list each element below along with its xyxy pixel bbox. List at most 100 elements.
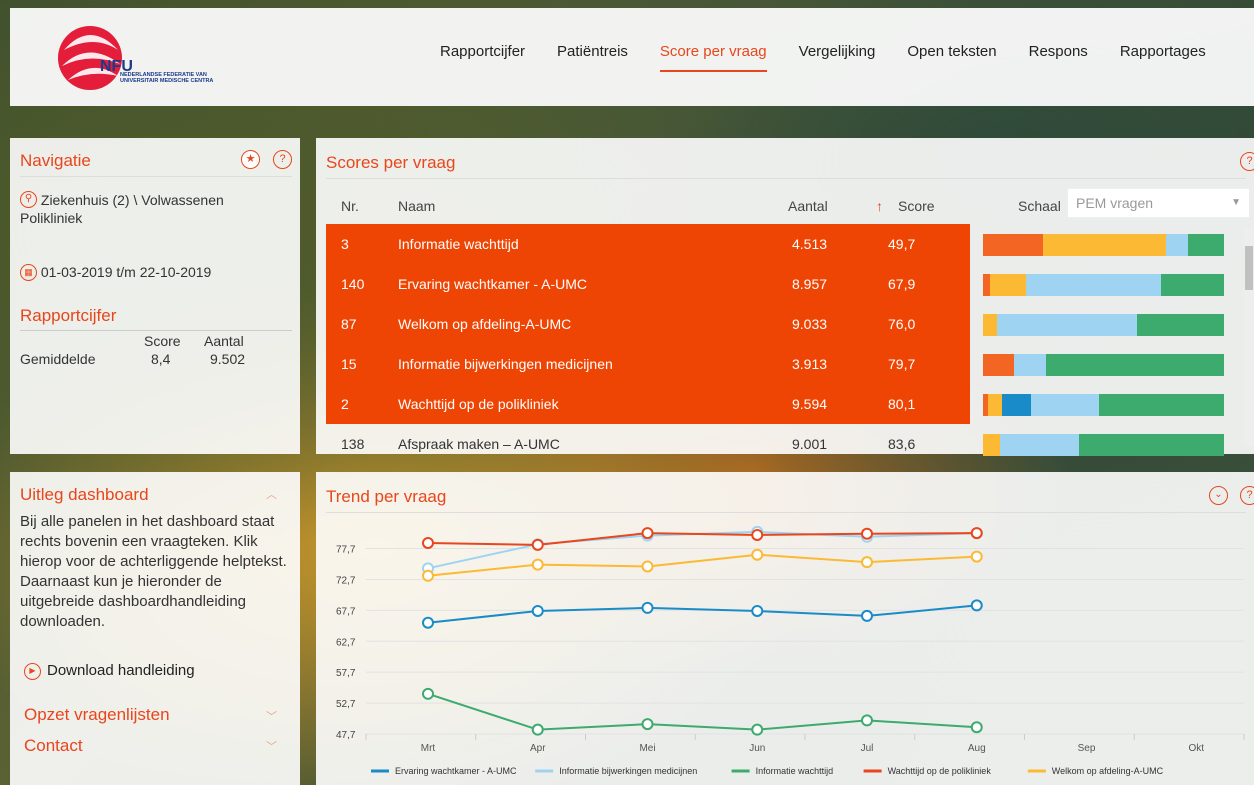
distribution-segment	[983, 354, 1015, 376]
nav-vergelijking[interactable]: Vergelijking	[799, 43, 876, 72]
nav-open-teksten[interactable]: Open teksten	[907, 43, 996, 72]
distribution-segment	[1031, 394, 1099, 416]
data-point[interactable]	[861, 527, 873, 540]
data-point[interactable]	[531, 558, 544, 571]
col-naam[interactable]: Naam	[398, 198, 435, 214]
col-nr[interactable]: Nr.	[341, 198, 359, 214]
row-score: 83,6	[888, 436, 916, 452]
chevron-down-icon[interactable]: ﹀	[266, 738, 277, 754]
row-aantal: 9.001	[792, 436, 828, 452]
series-line[interactable]	[427, 532, 977, 546]
data-point[interactable]	[641, 601, 654, 614]
col-aantal[interactable]: Aantal	[788, 198, 828, 214]
distribution-bar[interactable]	[983, 274, 1224, 296]
data-point[interactable]	[531, 538, 544, 551]
table-row[interactable]: 3 Informatie wachttijd 4.513 49,7	[326, 224, 970, 264]
legend-entry[interactable]: Welkom op afdeling-A-UMC	[1052, 766, 1164, 776]
sort-asc-icon[interactable]: ↑	[876, 198, 883, 214]
data-point[interactable]	[422, 569, 434, 582]
uitleg-title[interactable]: Uitleg dashboard	[20, 485, 149, 505]
distribution-bar[interactable]	[983, 394, 1224, 416]
data-point[interactable]	[970, 527, 983, 540]
nfu-logo[interactable]: NFU NEDERLANDSE FEDERATIE VAN UNIVERSITA…	[54, 20, 234, 100]
distribution-segment	[1014, 354, 1046, 376]
table-row[interactable]: 2 Wachttijd op de polikliniek 9.594 80,1	[326, 384, 970, 424]
series-line[interactable]	[427, 553, 977, 577]
play-icon: ▶	[24, 662, 41, 680]
scrollbar[interactable]	[1244, 228, 1254, 446]
data-point[interactable]	[861, 556, 873, 569]
distribution-row	[983, 424, 1227, 464]
row-score: 76,0	[888, 316, 916, 332]
data-point[interactable]	[751, 604, 764, 617]
x-tick-label: Mrt	[421, 743, 436, 754]
row-score: 80,1	[888, 396, 916, 412]
search-icon: ⚲	[20, 191, 37, 208]
accordion-opzet-vragenlijsten[interactable]: Opzet vragenlijsten	[24, 705, 170, 725]
scores-distribution-bars	[983, 224, 1227, 464]
series-line[interactable]	[427, 530, 977, 570]
distribution-bar[interactable]	[983, 434, 1224, 456]
table-row[interactable]: 140 Ervaring wachtkamer - A-UMC 8.957 67,9	[326, 264, 970, 304]
chevron-up-icon[interactable]: ︿	[266, 486, 277, 502]
data-point[interactable]	[751, 723, 764, 736]
nav-rapportcijfer[interactable]: Rapportcijfer	[440, 43, 525, 72]
legend-entry[interactable]: Informatie bijwerkingen medicijnen	[559, 766, 697, 776]
data-point[interactable]	[861, 609, 873, 622]
x-tick-label: Sep	[1078, 743, 1096, 754]
accordion-contact[interactable]: Contact	[24, 736, 83, 756]
distribution-bar[interactable]	[983, 314, 1224, 336]
data-point[interactable]	[970, 721, 983, 734]
row-nr: 87	[341, 316, 357, 332]
legend-entry[interactable]: Informatie wachttijd	[756, 766, 834, 776]
date-range[interactable]: ▦ 01-03-2019 t/m 22-10-2019	[20, 264, 211, 281]
row-score: 79,7	[888, 356, 916, 372]
row-naam: Afspraak maken – A-UMC	[398, 436, 560, 452]
table-row[interactable]: 87 Welkom op afdeling-A-UMC 9.033 76,0	[326, 304, 970, 344]
legend-entry[interactable]: Ervaring wachtkamer - A-UMC	[395, 766, 517, 776]
download-handleiding-link[interactable]: ▶ Download handleiding	[24, 662, 195, 680]
data-point[interactable]	[751, 528, 764, 541]
data-point[interactable]	[422, 616, 434, 629]
data-point[interactable]	[641, 527, 654, 540]
distribution-segment	[1161, 274, 1224, 296]
schaal-select[interactable]: PEM vragen ▼	[1067, 188, 1250, 218]
help-icon[interactable]: ?	[273, 150, 292, 169]
series-line[interactable]	[427, 692, 977, 731]
nav-rapportages[interactable]: Rapportages	[1120, 43, 1206, 72]
y-tick-label: 52,7	[336, 699, 356, 710]
data-point[interactable]	[970, 599, 983, 612]
distribution-segment	[1079, 434, 1224, 456]
data-point[interactable]	[422, 687, 434, 700]
chevron-down-icon[interactable]: ﹀	[266, 708, 277, 724]
navigatie-title: Navigatie	[20, 151, 91, 170]
data-point[interactable]	[641, 560, 654, 573]
data-point[interactable]	[422, 536, 434, 549]
help-icon[interactable]: ?	[1240, 152, 1254, 171]
row-naam: Informatie wachttijd	[398, 236, 519, 252]
legend-entry[interactable]: Wachttijd op de polikliniek	[888, 766, 992, 776]
nav-respons[interactable]: Respons	[1029, 43, 1088, 72]
data-point[interactable]	[970, 550, 983, 563]
data-point[interactable]	[641, 718, 654, 731]
distribution-bar[interactable]	[983, 234, 1224, 256]
series-line[interactable]	[427, 604, 977, 624]
uitleg-text: Bij alle panelen in het dashboard staat …	[20, 513, 287, 630]
x-tick-label: Jul	[861, 743, 874, 754]
nav-patientreis[interactable]: Patiëntreis	[557, 43, 628, 72]
data-point[interactable]	[751, 548, 764, 561]
scrollbar-thumb[interactable]	[1245, 246, 1253, 290]
data-point[interactable]	[861, 714, 873, 727]
col-score[interactable]: Score	[898, 198, 935, 214]
nav-score-per-vraag[interactable]: Score per vraag	[659, 43, 767, 72]
data-point[interactable]	[531, 723, 544, 736]
table-row[interactable]: 15 Informatie bijwerkingen medicijnen 3.91…	[326, 344, 970, 384]
data-point[interactable]	[531, 604, 544, 617]
x-tick-label: Jun	[749, 743, 765, 754]
y-tick-label: 62,7	[336, 637, 356, 648]
table-row[interactable]: 138 Afspraak maken – A-UMC 9.001 83,6	[326, 424, 970, 464]
distribution-bar[interactable]	[983, 354, 1224, 376]
logo-subtitle: NEDERLANDSE FEDERATIE VAN UNIVERSITAIR M…	[120, 72, 214, 84]
navigation-path[interactable]: ⚲ Ziekenhuis (2) \ Volwassenen Poliklini…	[20, 191, 280, 227]
favorite-star-icon[interactable]: ★	[241, 150, 260, 169]
